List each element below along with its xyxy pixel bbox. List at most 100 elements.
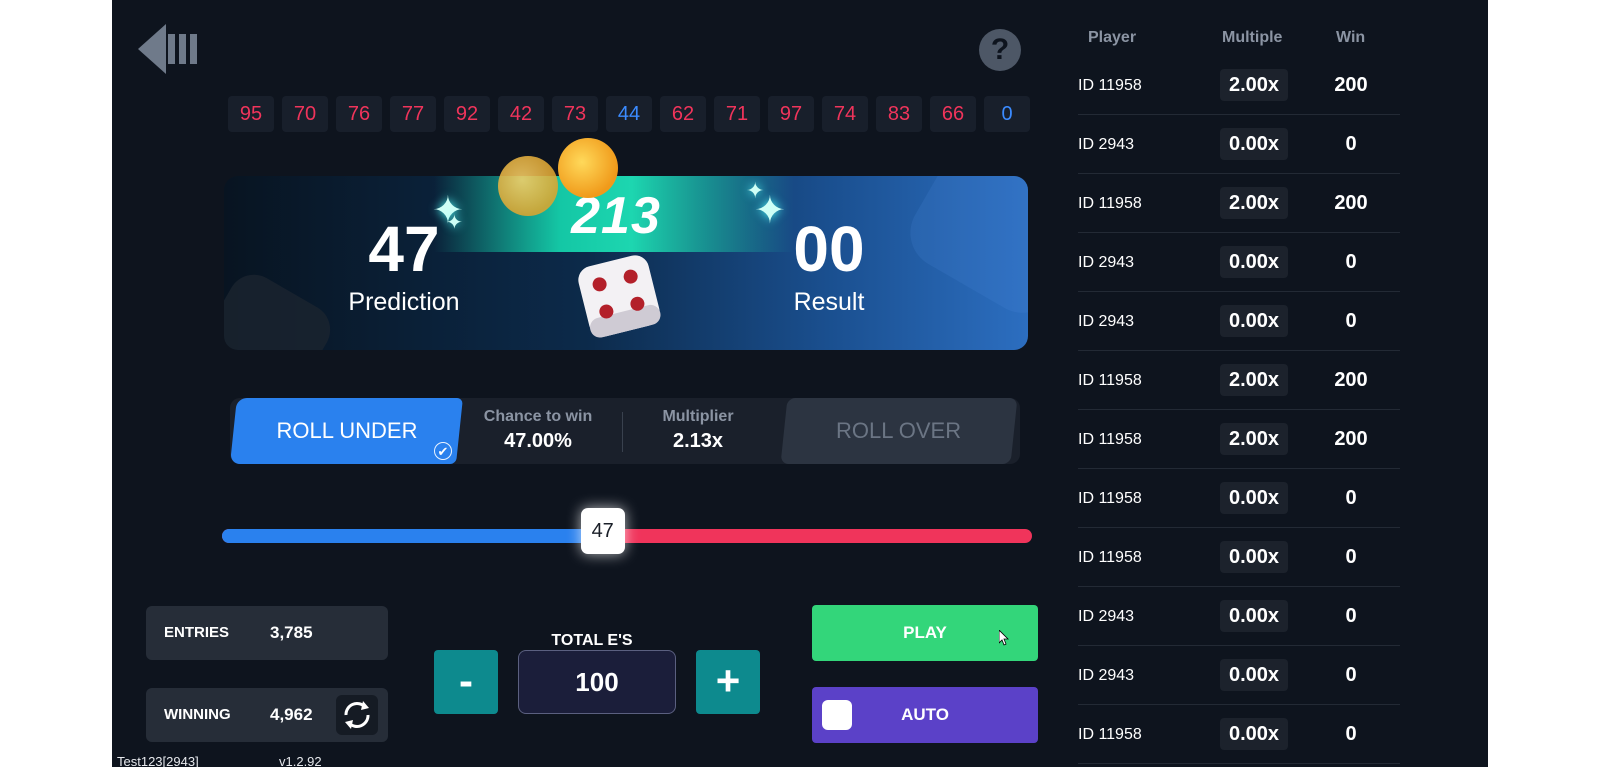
multiple-value: 2.00x (1220, 364, 1288, 396)
leaderboard-row: ID 2943 0.00x 0 (1078, 292, 1400, 351)
refresh-button[interactable] (336, 695, 378, 735)
history-chip: 92 (444, 96, 490, 132)
dice-icon (578, 255, 661, 338)
player-id: ID 11958 (1078, 726, 1142, 743)
roll-over-button[interactable]: ROLL OVER (780, 398, 1018, 464)
history-chip: 71 (714, 96, 760, 132)
multiple-value: 0.00x (1220, 659, 1288, 691)
multiplier: Multiplier 2.13x (620, 408, 776, 453)
player-id: ID 2943 (1078, 254, 1135, 271)
leaderboard-row: ID 2943 0.00x 0 (1078, 646, 1400, 705)
multiple-value: 0.00x (1220, 600, 1288, 632)
player-id: ID 11958 (1078, 490, 1142, 507)
decrease-bet-button[interactable]: - (434, 650, 498, 714)
win-value: 0 (1345, 546, 1357, 568)
multiplier-label: Multiplier (662, 408, 734, 425)
win-header: Win (1336, 29, 1366, 46)
multiple-value: 0.00x (1220, 541, 1288, 573)
leaderboard-row: ID 11958 2.00x 200 (1078, 351, 1400, 410)
dice-game-app: ? 95 70 76 77 92 42 73 44 62 71 97 74 83 66 0 213 ✦ ✦ … (112, 0, 1488, 767)
back-arrow-icon (138, 24, 197, 74)
leaderboard-row: ID 11958 0.00x 0 (1078, 528, 1400, 587)
leaderboard-row: ID 2943 0.00x 0 (1078, 233, 1400, 292)
user-label: Test123[2943] (117, 754, 199, 767)
result-history: 95 70 76 77 92 42 73 44 62 71 97 74 83 66 0 (228, 96, 1030, 132)
slider-thumb[interactable]: 47 (580, 508, 625, 554)
play-label: PLAY (903, 623, 947, 642)
chance-value: 47.00% (504, 430, 572, 452)
help-button[interactable]: ? (979, 29, 1021, 71)
win-value: 0 (1345, 133, 1357, 155)
win-value: 200 (1334, 428, 1368, 450)
jackpot-value: 213 (571, 187, 661, 245)
multiple-value: 0.00x (1220, 246, 1288, 278)
total-label: TOTAL E'S (551, 632, 633, 649)
win-value: 200 (1334, 192, 1368, 214)
winning-label: WINNING (164, 706, 231, 723)
leaderboard-row: ID 2943 0.00x 0 (1078, 115, 1400, 174)
result-banner: 213 ✦ ✦ ✦ ✦ 47 Prediction 00 Result (224, 176, 1028, 350)
mouse-cursor-icon (999, 630, 1009, 646)
win-value: 200 (1334, 369, 1368, 391)
roll-under-button[interactable]: ROLL UNDER (230, 398, 463, 464)
history-chip: 83 (876, 96, 922, 132)
leaderboard-row: ID 11958 0.00x 0 (1078, 705, 1400, 764)
history-chip: 73 (552, 96, 598, 132)
player-id: ID 11958 (1078, 431, 1142, 448)
win-value: 0 (1345, 664, 1357, 686)
result-label: Result (793, 288, 865, 316)
entries-box: ENTRIES 3,785 (146, 606, 388, 660)
back-button[interactable] (136, 22, 200, 76)
total-bet-input[interactable]: 100 (518, 650, 676, 714)
win-value: 0 (1345, 487, 1357, 509)
multiple-value: 0.00x (1220, 128, 1288, 160)
version-label: v1.2.92 (279, 754, 322, 767)
history-chip: 76 (336, 96, 382, 132)
history-chip: 42 (498, 96, 544, 132)
history-chip: 77 (390, 96, 436, 132)
winning-box: WINNING 4,962 (146, 688, 388, 742)
player-id: ID 11958 (1078, 77, 1142, 94)
roll-over-label: ROLL OVER (836, 418, 962, 443)
multiple-value: 2.00x (1220, 69, 1288, 101)
leaderboard: Player Multiple Win ID 11958 2.00x 200 ID 2… (1078, 20, 1400, 764)
history-chip: 66 (930, 96, 976, 132)
result-value: 00 (793, 213, 865, 285)
player-id: ID 2943 (1078, 313, 1135, 330)
win-value: 0 (1345, 251, 1357, 273)
multiple-value: 0.00x (1220, 482, 1288, 514)
chance-label: Chance to win (483, 408, 593, 425)
roll-under-label: ROLL UNDER (275, 418, 417, 443)
slider-under-fill (222, 529, 603, 543)
check-icon: ✔ (434, 442, 452, 460)
increase-bet-button[interactable]: + (696, 650, 760, 714)
history-chip: 95 (228, 96, 274, 132)
multiplier-value: 2.13x (672, 430, 724, 452)
player-id: ID 11958 (1078, 549, 1142, 566)
coin-icon (498, 156, 558, 216)
multiple-value: 2.00x (1220, 423, 1288, 455)
player-id: ID 2943 (1078, 667, 1135, 684)
player-id: ID 2943 (1078, 136, 1135, 153)
prediction-value: 47 (368, 213, 440, 285)
player-id: ID 11958 (1078, 372, 1142, 389)
prediction-label: Prediction (348, 288, 460, 316)
auto-button[interactable]: AUTO (812, 687, 1038, 743)
leaderboard-rows: ID 11958 2.00x 200 ID 2943 0.00x 0 ID 11958 2.0… (1078, 56, 1400, 764)
player-id: ID 11958 (1078, 195, 1142, 212)
coin-icon (558, 138, 618, 198)
multiple-header: Multiple (1222, 29, 1283, 46)
player-header: Player (1088, 29, 1137, 46)
history-chip: 74 (822, 96, 868, 132)
entries-value: 3,785 (270, 623, 313, 642)
winning-value: 4,962 (270, 705, 313, 724)
multiple-value: 0.00x (1220, 718, 1288, 750)
player-id: ID 2943 (1078, 608, 1135, 625)
auto-label: AUTO (901, 705, 949, 724)
auto-toggle[interactable] (822, 700, 852, 730)
history-chip: 44 (606, 96, 652, 132)
prediction-slider[interactable]: 47 (222, 508, 1032, 554)
roll-control-panel: ROLL UNDER ✔ Chance to win 47.00% Multip… (230, 398, 1020, 464)
leaderboard-row: ID 11958 0.00x 0 (1078, 469, 1400, 528)
entries-label: ENTRIES (164, 624, 230, 641)
